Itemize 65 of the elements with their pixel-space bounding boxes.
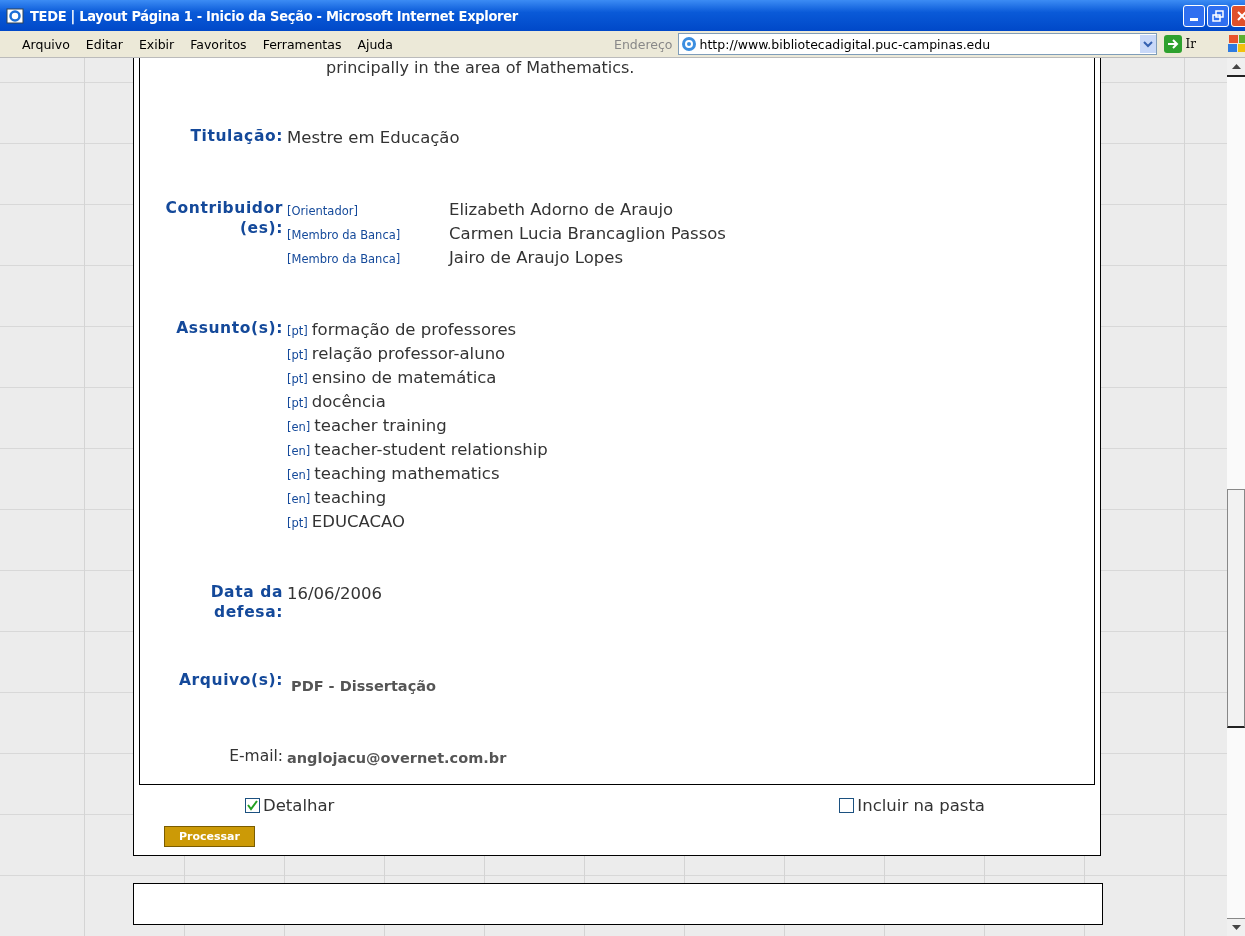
scroll-down-button[interactable] (1227, 918, 1245, 936)
address-field[interactable]: http://www.bibliotecadigital.puc-campinas.edu (677, 33, 1157, 55)
menu-item[interactable]: Arquivo (22, 36, 82, 52)
close-icon (1236, 9, 1245, 22)
subject-term: teacher-student relationship (314, 439, 548, 461)
language-tag: [pt] (287, 391, 308, 415)
menu-item[interactable]: Ferramentas (262, 36, 354, 52)
menu-item[interactable]: Favoritos (190, 36, 259, 52)
restore-button[interactable] (1207, 4, 1229, 27)
subject-term: teaching (314, 487, 387, 509)
go-button[interactable]: Ir (1159, 35, 1200, 53)
field-label: E-mail: (229, 746, 283, 767)
field-label: Data da defesa: (209, 582, 283, 622)
subject-term: teaching mathematics (314, 463, 500, 485)
scrollbar[interactable] (1227, 58, 1245, 936)
subject-term: docência (311, 391, 386, 413)
scroll-thumb[interactable] (1227, 489, 1245, 728)
menu-item[interactable]: Editar (85, 36, 135, 52)
dropdown-icon[interactable] (1139, 35, 1156, 53)
role-tag: [Membro da Banca] (287, 223, 445, 247)
field-label: Contribuidor (es): (164, 198, 283, 239)
file-link[interactable]: PDF - Dissertação (291, 674, 436, 698)
checkbox[interactable] (245, 797, 260, 813)
windows-logo-icon (1226, 33, 1245, 55)
language-tag: [en] (287, 415, 311, 439)
browser-icon (6, 6, 24, 25)
field-label: Arquivo(s): (178, 670, 283, 691)
language-tag: [en] (287, 487, 311, 511)
language-tag: [pt] (287, 367, 308, 391)
contributor-name: Elizabeth Adorno de Araujo (449, 199, 674, 221)
checkbox-label: Detalhar (263, 795, 335, 815)
address-label: Endereço (614, 36, 673, 52)
contributor-name: Jairo de Araujo Lopes (449, 247, 623, 269)
language-tag: [pt] (287, 511, 308, 535)
checkbox[interactable] (839, 797, 855, 813)
checkbox-label: Incluir na pasta (857, 795, 985, 815)
language-tag: [pt] (287, 343, 308, 367)
language-tag: [en] (287, 463, 311, 487)
role-tag: [Membro da Banca] (287, 247, 445, 271)
field-value: 16/06/2006 (287, 584, 383, 603)
page-icon (680, 36, 697, 52)
menu-item[interactable]: Ajuda (357, 36, 405, 52)
subject-term: EDUCACAO (311, 511, 406, 533)
up-triangle-icon (1231, 64, 1241, 69)
scroll-up-button[interactable] (1227, 58, 1245, 77)
restore-icon (1212, 9, 1224, 22)
down-triangle-icon (1231, 925, 1241, 930)
field-label: Titulação: (190, 126, 283, 147)
language-tag: [en] (287, 439, 311, 463)
minimize-icon (1190, 18, 1198, 21)
role-tag: [Orientador] (287, 199, 445, 223)
abstract-text: principally in the area of Mathematics. (325, 58, 635, 78)
subject-term: teacher training (314, 415, 447, 437)
subject-term: formação de professores (311, 319, 517, 341)
email-link[interactable]: anglojacu@overnet.com.br (287, 750, 507, 766)
language-tag: [pt] (287, 319, 308, 343)
menu-item[interactable]: Exibir (138, 36, 187, 52)
minimize-button[interactable] (1183, 4, 1205, 27)
checkmark-icon (247, 799, 258, 811)
field-value: Mestre em Educação (287, 128, 460, 147)
contributor-name: Carmen Lucia Brancaglion Passos (449, 223, 726, 245)
subject-term: relação professor-aluno (311, 343, 506, 365)
window-title: TEDE | Layout Página 1 - Inicio da Seção - Microsoft Internet Explorer (30, 7, 519, 24)
field-label: Assunto(s): (176, 318, 283, 339)
subject-term: ensino de matemática (311, 367, 497, 389)
